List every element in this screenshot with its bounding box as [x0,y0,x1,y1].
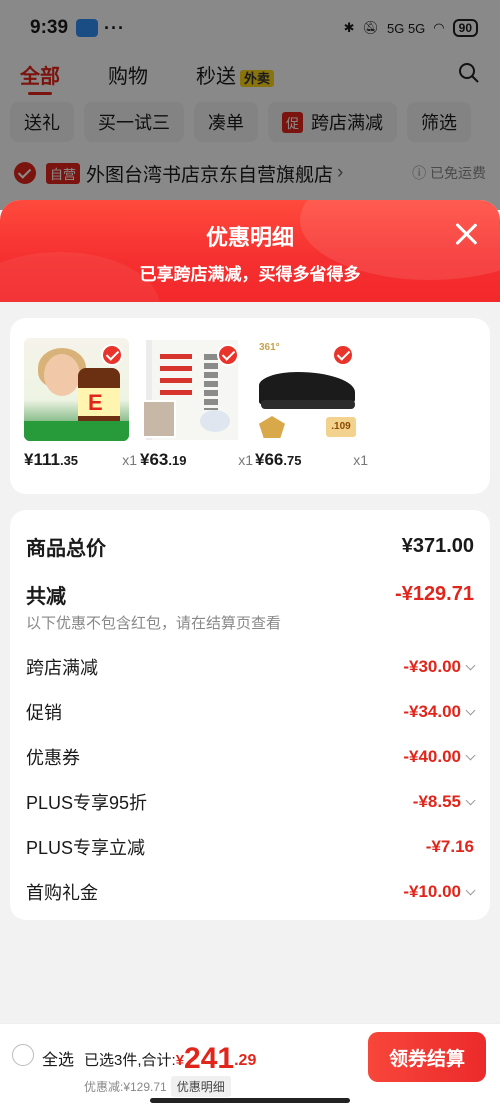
check-icon [101,344,123,366]
discount-item-cross-store[interactable]: 跨店满减 -¥30.00 [26,654,476,680]
chevron-down-icon [465,705,476,715]
product-qty: x1 [238,452,253,468]
checkout-bar: 全选 已选3件,合计:¥241.29 优惠减:¥129.71 优惠明细 领券结算 [0,1023,500,1111]
discount-line: 优惠减:¥129.71 优惠明细 [84,1076,231,1097]
discount-item-value: -¥8.55 [412,792,461,811]
product-item[interactable]: ¥63.19 x1 [140,338,253,469]
product-item[interactable]: 361° .109 ¥66.75 x1 [255,338,368,469]
sheet-title: 优惠明细 [205,225,294,250]
chevron-down-icon [465,885,476,895]
total-amount-int: 241 [184,1042,235,1075]
checkout-button[interactable]: 领券结算 [368,1032,486,1082]
sheet-subtitle: 已享跨店满减，买得多省得多 [139,265,361,284]
product-price: ¥111.35 [24,450,79,469]
selected-count-text: 已选3件,合计: [84,1052,176,1069]
total-amount-dec: .29 [234,1052,257,1069]
discount-note: 以下优惠不包含红包，请在结算页查看 [26,615,282,632]
chevron-down-icon [465,750,476,760]
discount-item-first-purchase[interactable]: 首购礼金 -¥10.00 [26,879,476,905]
close-icon[interactable] [454,222,478,246]
product-item[interactable]: E ¥111.35 x1 [24,338,137,469]
select-all-label[interactable]: 全选 [42,1046,74,1070]
discount-detail-button[interactable]: 优惠明细 [170,1076,231,1097]
discount-item-value: -¥10.00 [403,882,461,901]
product-qty: x1 [122,452,137,468]
chevron-down-icon [465,660,476,670]
check-icon [332,344,354,366]
discount-item-value: -¥30.00 [403,657,461,676]
discount-item-value: -¥7.16 [425,837,474,856]
sheet-header: 优惠明细 已享跨店满减，买得多省得多 [0,200,500,362]
product-image-vitamin: E [24,338,129,441]
home-indicator[interactable] [150,1098,350,1103]
discount-item-value: -¥34.00 [403,702,461,721]
product-list: E ¥111.35 x1 ¥63.19 x1 361° .109 ¥66.75 … [10,318,490,494]
discount-item-value: -¥40.00 [403,747,461,766]
total-discount-value: -¥129.71 [395,583,474,605]
discount-item-promotion[interactable]: 促销 -¥34.00 [26,699,476,725]
total-price-row: 商品总价 ¥371.00 [26,532,474,561]
discount-item-plus-instant: PLUS专享立减 -¥7.16 [26,834,474,860]
discount-item-label: 首购礼金 [26,883,98,903]
product-tag: .109 [326,417,356,437]
modal-overlay[interactable] [0,0,500,210]
check-icon [217,344,239,366]
chevron-down-icon [465,795,476,805]
discount-item-label: 促销 [26,703,62,723]
total-price-label: 商品总价 [26,538,106,560]
selected-summary: 已选3件,合计:¥241.29 [84,1042,256,1076]
discount-item-label: 跨店满减 [26,658,98,678]
total-discount-label: 共减 [26,586,66,608]
total-discount-row: 共减 -¥129.71 [26,580,474,609]
product-price: ¥63.19 [140,450,187,469]
discount-item-coupon[interactable]: 优惠券 -¥40.00 [26,744,476,770]
discount-item-label: 优惠券 [26,748,80,768]
discount-detail-sheet: 优惠明细 已享跨店满减，买得多省得多 E ¥111.35 x1 ¥63.19 x… [0,200,500,1111]
product-price: ¥66.75 [255,450,302,469]
discount-item-plus-95[interactable]: PLUS专享95折 -¥8.55 [26,789,476,815]
medal-icon [259,416,285,438]
product-image-book [140,338,245,441]
select-all-checkbox[interactable] [12,1044,34,1066]
discount-amount-text: 优惠减:¥129.71 [84,1080,167,1094]
shoe-brand-logo: 361° [259,342,280,353]
total-currency: ¥ [175,1052,185,1069]
discount-item-label: PLUS专享立减 [26,838,146,858]
total-price-value: ¥371.00 [401,535,474,557]
price-summary: 商品总价 ¥371.00 共减 -¥129.71 以下优惠不包含红包，请在结算页… [10,510,490,920]
product-image-shoe: 361° .109 [255,338,360,441]
discount-item-label: PLUS专享95折 [26,793,148,813]
product-qty: x1 [353,452,368,468]
